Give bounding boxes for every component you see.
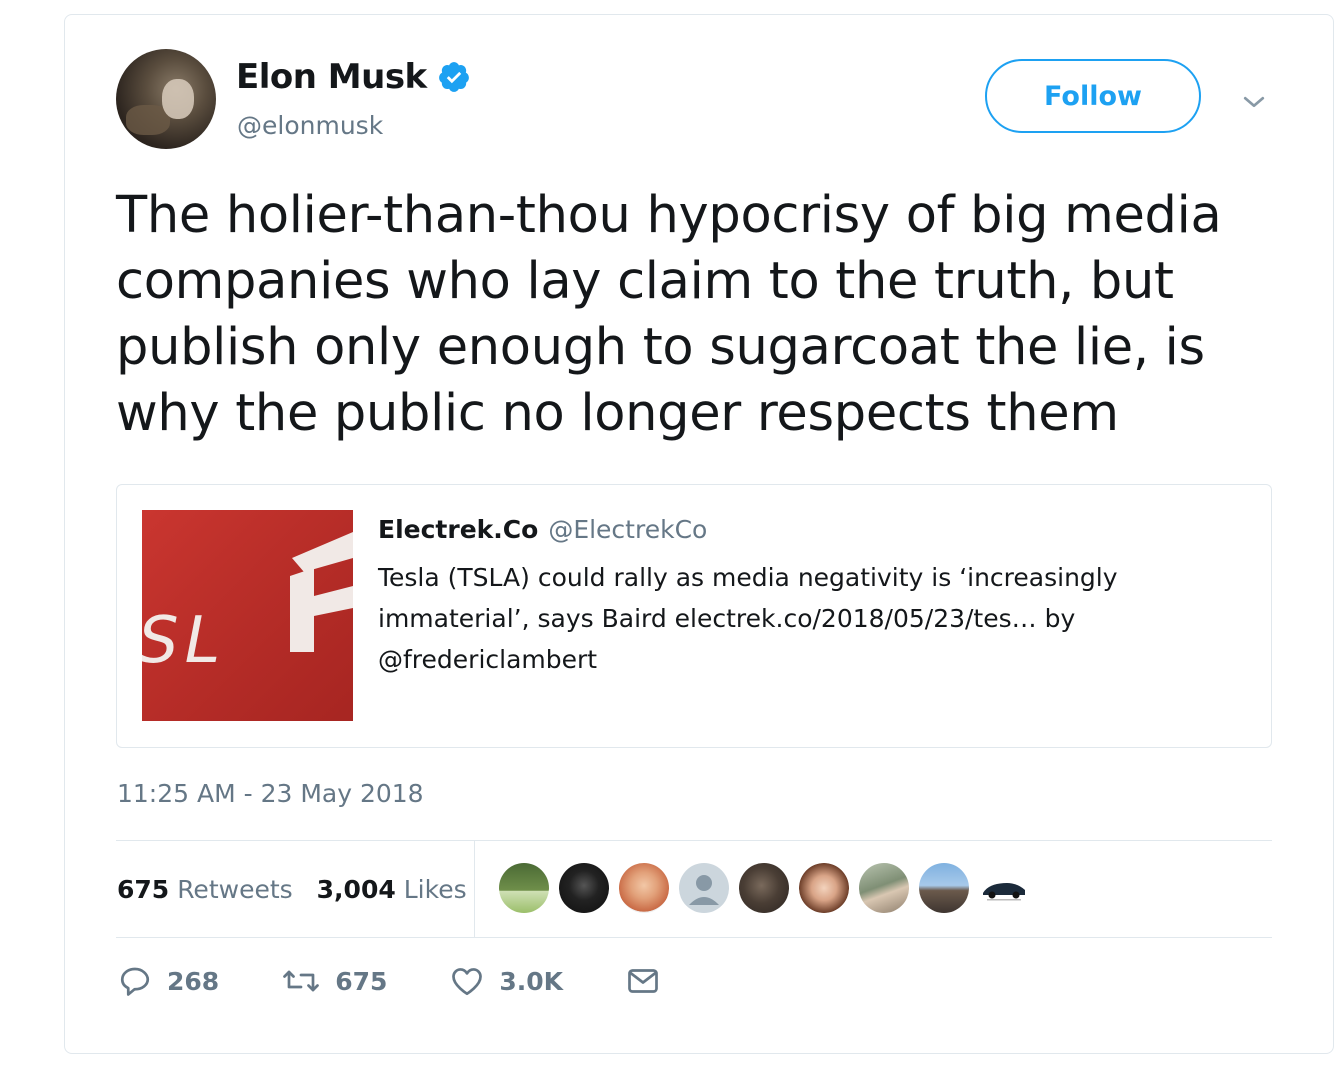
liker-avatar[interactable] [679, 863, 729, 913]
quoted-author-row: Electrek.Co @ElectrekCo [378, 515, 707, 544]
author-name-row: Elon Musk [236, 57, 471, 97]
liker-avatar[interactable] [559, 863, 609, 913]
like-button[interactable]: 3.0K [449, 963, 563, 999]
retweets-count: 675 [117, 874, 170, 904]
likes-label: Likes [403, 874, 467, 904]
tweet-text: The holier-than-thou hypocrisy of big me… [116, 186, 1222, 443]
liker-avatar[interactable] [499, 863, 549, 913]
retweet-count: 675 [335, 966, 388, 996]
divider-bottom [116, 937, 1272, 938]
envelope-icon [625, 963, 661, 999]
heart-icon [449, 963, 485, 999]
retweets-stat[interactable]: 675 Retweets [117, 875, 293, 904]
liker-avatar[interactable] [619, 863, 669, 913]
liker-avatar[interactable] [799, 863, 849, 913]
liker-avatars [499, 863, 1029, 913]
thumbnail-logo-text: SL [142, 604, 226, 678]
tweet-timestamp[interactable]: 11:25 AM - 23 May 2018 [117, 779, 424, 808]
retweet-button[interactable]: 675 [281, 963, 387, 999]
quoted-display-name: Electrek.Co [378, 515, 539, 544]
direct-message-button[interactable] [625, 963, 661, 999]
retweets-label: Retweets [177, 874, 293, 904]
liker-avatar[interactable] [979, 863, 1029, 913]
reply-count: 268 [167, 966, 220, 996]
chevron-down-icon[interactable] [1239, 87, 1269, 117]
retweet-icon [281, 963, 321, 999]
quoted-tweet-text: Tesla (TSLA) could rally as media negati… [378, 563, 1118, 674]
liker-avatar[interactable] [739, 863, 789, 913]
likes-count: 3,004 [316, 874, 396, 904]
quoted-tweet-card[interactable]: SL Electrek.Co @ElectrekCo Tesla (TSLA) … [116, 484, 1272, 748]
author-display-name[interactable]: Elon Musk [236, 57, 427, 97]
reply-button[interactable]: 268 [117, 963, 219, 999]
likes-stat[interactable]: 3,004 Likes [317, 875, 467, 904]
stats-vertical-divider [474, 841, 475, 937]
tweet-actions: 268 675 3.0K [117, 963, 723, 999]
follow-button[interactable]: Follow [985, 59, 1201, 133]
stats-row: 675 Retweets 3,004 Likes [117, 841, 491, 937]
author-handle[interactable]: @elonmusk [237, 111, 383, 140]
verified-badge-icon [437, 60, 471, 94]
author-avatar[interactable] [116, 49, 216, 149]
liker-avatar[interactable] [859, 863, 909, 913]
tweet-card: Elon Musk @elonmusk Follow The holier-th… [64, 14, 1334, 1054]
like-count: 3.0K [499, 966, 564, 996]
liker-avatar[interactable] [919, 863, 969, 913]
quoted-handle: @ElectrekCo [548, 515, 708, 544]
quoted-tweet-thumbnail: SL [142, 510, 353, 721]
reply-icon [117, 963, 153, 999]
